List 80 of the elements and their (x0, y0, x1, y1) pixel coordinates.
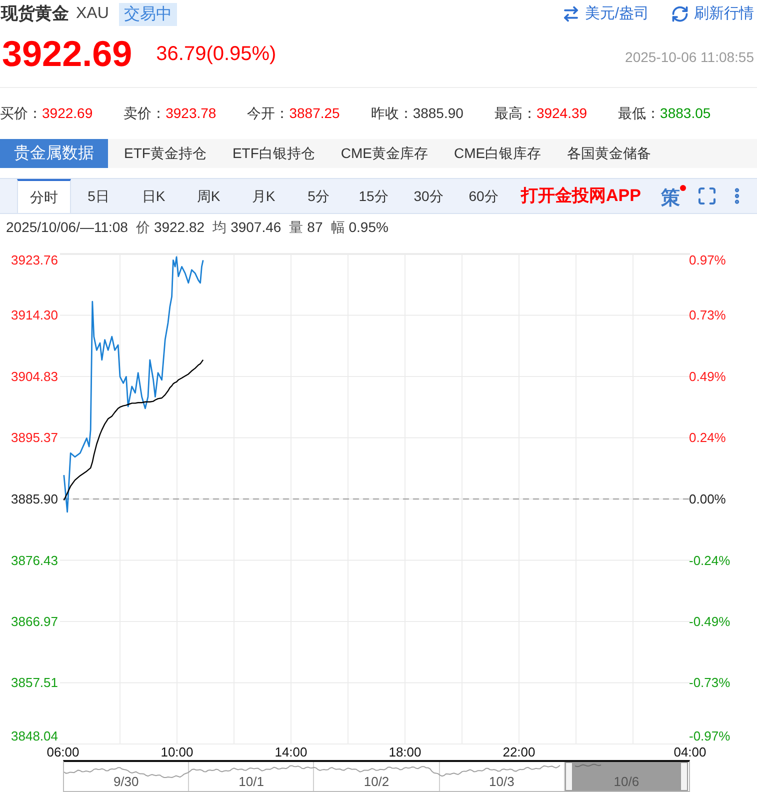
period-tab[interactable]: 日K (126, 179, 181, 213)
period-tab[interactable]: 30分 (401, 179, 456, 213)
stat-label: 买价： (0, 104, 42, 123)
percent-axis-label: -0.97% (689, 728, 730, 744)
data-tab[interactable]: ETF黄金持仓 (114, 139, 216, 168)
info-label: 价 (136, 218, 150, 236)
price-change: 36.79(0.95%) (156, 44, 276, 64)
instrument-symbol: XAU (76, 4, 109, 24)
y-axis-label: 3885.90 (11, 492, 58, 506)
x-axis-label: 14:00 (274, 744, 308, 760)
period-tab[interactable]: 分时 (17, 179, 71, 213)
percent-axis-label: 0.49% (689, 369, 726, 384)
x-axis-label: 06:00 (46, 744, 80, 760)
info-value: 3922.82 (154, 218, 205, 236)
period-tab[interactable]: 5分 (291, 179, 346, 213)
period-tab[interactable]: 月K (236, 179, 291, 213)
swap-icon (562, 5, 580, 23)
date-label: 10/2 (364, 775, 390, 788)
percent-axis-label: 0.73% (689, 308, 726, 323)
data-tab[interactable]: ETF白银持仓 (222, 139, 325, 168)
percent-axis-label: -0.24% (689, 552, 730, 568)
info-label: 幅 (330, 218, 345, 236)
data-tab[interactable]: CME黄金库存 (330, 139, 438, 168)
stat-label: 卖价： (124, 104, 166, 123)
percent-axis-label: 0.97% (689, 252, 726, 268)
date-label: 10/1 (238, 775, 264, 788)
app-download-link[interactable]: 打开金投网APP (521, 183, 641, 209)
date-label: 9/30 (113, 775, 139, 788)
refresh-icon (671, 5, 689, 23)
header-link[interactable]: 刷新行情 (671, 2, 754, 26)
data-tab[interactable]: 各国黄金储备 (557, 139, 662, 168)
y-axis-label: 3895.37 (11, 430, 58, 446)
strategy-button[interactable]: 策 (661, 184, 687, 208)
date-label: 10/3 (489, 775, 514, 788)
info-value: 0.95% (348, 218, 388, 236)
info-value: 3907.46 (230, 218, 282, 236)
stat-value: 3885.90 (412, 104, 464, 123)
status-badge: 交易中 (118, 2, 177, 26)
price-sparkline (574, 764, 602, 768)
current-price: 3922.69 (1, 36, 132, 72)
info-time: 2025/10/06/—11:08 (6, 218, 128, 236)
y-axis-label: 3876.43 (11, 552, 58, 568)
instrument-title: 现货黄金 (0, 3, 69, 26)
x-axis-label: 22:00 (502, 744, 536, 760)
percent-axis-label: 0.00% (689, 492, 726, 506)
stat-value: 3883.05 (660, 104, 711, 123)
x-axis-label: 10:00 (160, 744, 194, 760)
period-tab[interactable]: 15分 (346, 179, 401, 213)
data-tab[interactable]: CME白银库存 (444, 139, 552, 168)
info-label: 量 (289, 218, 304, 236)
stat-label: 昨收： (370, 104, 413, 123)
y-axis-label: 3866.97 (11, 614, 58, 629)
stat-value: 3922.69 (42, 104, 93, 123)
stat-value: 3923.78 (166, 104, 216, 123)
stat-label: 最高： (494, 104, 536, 123)
y-axis-label: 3857.51 (11, 675, 58, 690)
info-label: 均 (212, 218, 227, 236)
stat-label: 今开： (247, 104, 290, 123)
percent-axis-label: -0.73% (689, 675, 730, 690)
stat-value: 3924.39 (536, 104, 588, 123)
range-handle[interactable] (680, 762, 688, 791)
header-link[interactable]: 美元/盎司 (562, 2, 649, 26)
data-tab[interactable]: 贵金属数据 (0, 139, 108, 168)
y-axis-label: 3923.76 (11, 252, 58, 268)
info-value: 87 (307, 218, 323, 236)
stat-value: 3887.25 (289, 104, 340, 123)
percent-axis-label: -0.49% (689, 614, 730, 629)
y-axis-label: 3904.83 (11, 369, 58, 384)
percent-axis-label: 0.24% (689, 430, 726, 446)
fullscreen-icon[interactable] (697, 186, 717, 206)
date-label: 10/6 (614, 775, 640, 788)
quote-time: 2025-10-06 11:08:55 (625, 48, 755, 66)
period-tab[interactable]: 5日 (71, 179, 126, 213)
period-tab[interactable]: 60分 (456, 179, 511, 213)
y-axis-label: 3914.30 (11, 308, 58, 323)
x-axis-label: 18:00 (388, 744, 422, 760)
period-tab[interactable]: 周K (181, 179, 236, 213)
y-axis-label: 3848.04 (11, 728, 58, 744)
stat-label: 最低： (618, 104, 660, 123)
x-axis-label: 04:00 (674, 744, 706, 760)
